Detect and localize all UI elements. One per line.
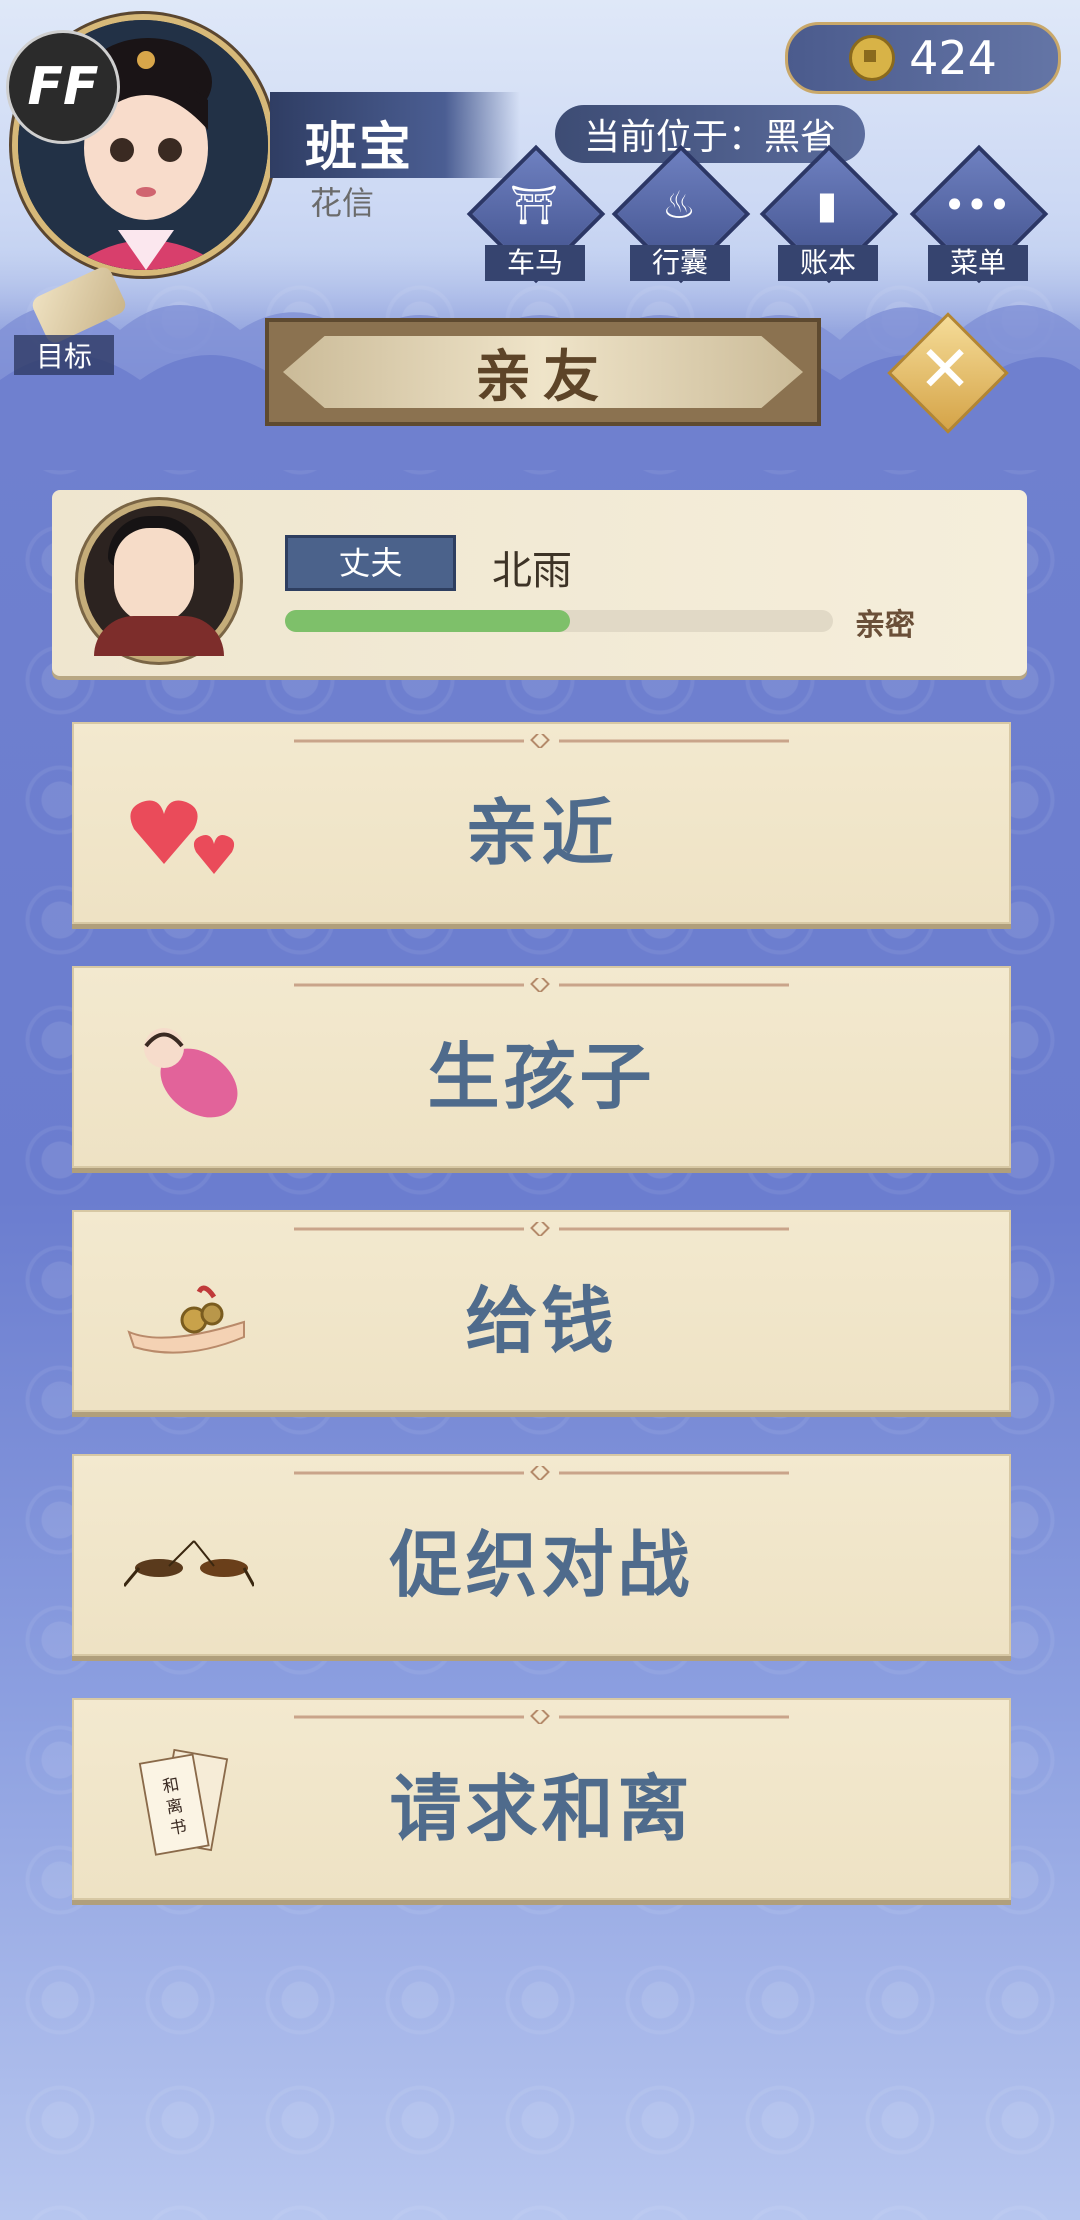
bag-icon: ♨ xyxy=(661,183,697,227)
page-title-banner: 亲友 xyxy=(265,318,821,426)
menu-ledger-label: 账本 xyxy=(778,245,878,281)
menu-carriage-button[interactable]: ⛩ 车马 xyxy=(466,144,606,285)
action-label: 亲近 xyxy=(465,791,618,875)
action-have-child-button[interactable]: 生孩子 xyxy=(72,966,1011,1168)
menu-more-button[interactable]: ••• 菜单 xyxy=(909,144,1049,285)
intimacy-bar-fill xyxy=(285,610,570,632)
action-label: 促织对战 xyxy=(389,1523,694,1607)
action-cricket-fight-button[interactable]: 促织对战 xyxy=(72,1454,1011,1656)
more-icon: ••• xyxy=(943,183,1011,227)
intimacy-bar xyxy=(285,610,833,632)
coin-icon xyxy=(849,35,896,81)
player-name: 班宝 xyxy=(305,118,414,178)
coin-counter: 424 xyxy=(785,22,1061,94)
action-get-close-button[interactable]: 亲近 xyxy=(72,722,1011,924)
coin-count: 424 xyxy=(909,31,997,85)
action-request-divorce-button[interactable]: 和 离 书 请求和离 xyxy=(72,1698,1011,1900)
player-subtitle: 花信 xyxy=(310,184,375,222)
menu-bag-label: 行囊 xyxy=(630,245,730,281)
menu-ledger-button[interactable]: ▮ 账本 xyxy=(759,144,899,285)
menu-more-label: 菜单 xyxy=(928,245,1028,281)
action-give-money-button[interactable]: 给钱 xyxy=(72,1210,1011,1412)
menu-carriage-label: 车马 xyxy=(485,245,585,281)
close-icon[interactable]: ✕ xyxy=(905,330,985,410)
action-label: 给钱 xyxy=(465,1279,618,1363)
spouse-name: 北雨 xyxy=(492,548,572,594)
goal-button[interactable]: 目标 xyxy=(14,264,129,375)
goal-label: 目标 xyxy=(14,335,114,375)
carriage-icon: ⛩ xyxy=(509,183,559,227)
spouse-avatar[interactable] xyxy=(78,500,240,662)
ledger-icon: ▮ xyxy=(816,183,838,227)
page-title: 亲友 xyxy=(283,336,803,408)
action-label: 请求和离 xyxy=(389,1767,694,1851)
ff-badge[interactable]: FF xyxy=(6,30,120,144)
intimacy-label: 亲密 xyxy=(855,608,915,643)
action-label: 生孩子 xyxy=(427,1035,656,1119)
relation-tag: 丈夫 xyxy=(285,535,456,591)
menu-bag-button[interactable]: ♨ 行囊 xyxy=(611,144,751,285)
